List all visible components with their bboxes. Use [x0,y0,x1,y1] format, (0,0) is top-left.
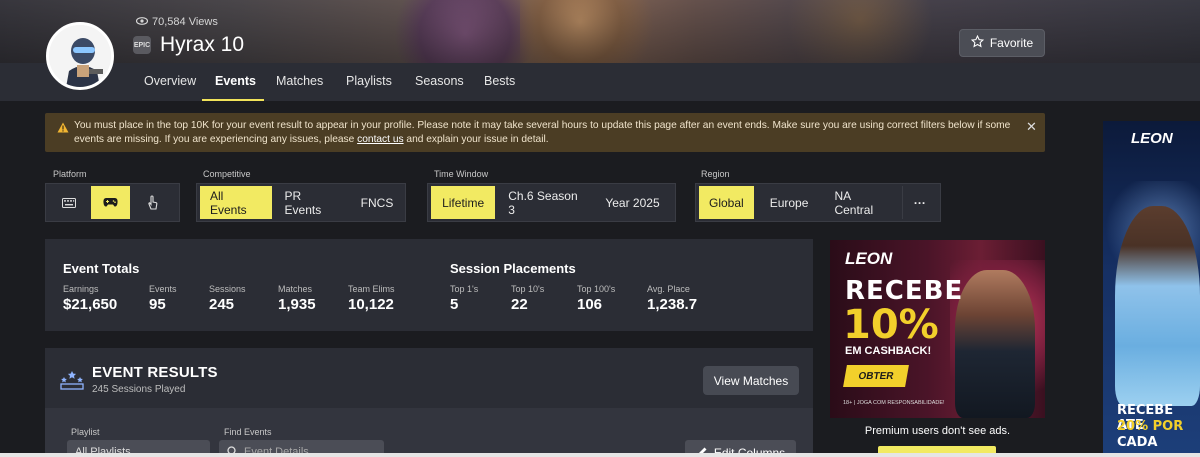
filter-pr-events[interactable]: PR Events [275,186,349,219]
tab-playlists[interactable]: Playlists [346,63,392,101]
gamepad-icon [103,198,118,207]
player-title: EPIC Hyrax 10 [133,33,244,57]
platform-filter [45,183,180,222]
view-matches-button[interactable]: View Matches [703,366,799,395]
region-filter-label: Region [701,169,730,179]
filter-year-2025[interactable]: Year 2025 [593,186,672,219]
stat-label: Top 10's [511,284,545,294]
trophy-podium-icon [60,370,84,395]
playlist-label: Playlist [71,427,100,437]
gamepad-filter-button[interactable] [91,186,130,219]
favorite-label: Favorite [989,36,1034,50]
stat-label: Earnings [63,284,99,294]
leon-logo: LEON [845,249,893,268]
epic-badge-icon: EPIC [133,36,151,54]
region-filter: Global Europe NA Central ··· [695,183,941,222]
stat-label: Team Elims [348,284,395,294]
alert-message: You must place in the top 10K for your e… [74,119,1019,147]
leon-logo: LEON [1131,130,1173,147]
filter-fncs[interactable]: FNCS [352,186,402,219]
touch-filter-button[interactable] [133,186,172,219]
favorite-button[interactable]: Favorite [959,29,1045,57]
contact-us-link[interactable]: contact us [357,134,403,145]
profile-nav: Overview Events Matches Playlists Season… [0,63,1200,101]
session-placements-heading: Session Placements [450,261,576,276]
warning-icon [57,120,69,133]
advertisement-leon[interactable]: LEON RECEBE 10% EM CASHBACK! OBTER 18+ |… [830,240,1045,418]
stat-label: Sessions [209,284,246,294]
tab-overview[interactable]: Overview [144,63,196,101]
keyboard-filter-button[interactable] [49,186,88,219]
event-results-panel: EVENT RESULTS 245 Sessions Played View M… [45,348,813,457]
more-regions-button[interactable]: ··· [901,186,937,219]
keyboard-icon [61,197,76,208]
premium-no-ads-text: Premium users don't see ads. [864,425,1011,437]
stat-label: Top 100's [577,284,616,294]
tab-events[interactable]: Events [215,63,256,101]
ad-player-image [1115,206,1200,406]
eye-icon [135,16,149,28]
stat-label: Events [149,284,177,294]
alert-text-after: and explain your issue in detail. [403,134,549,145]
player-name: Hyrax 10 [160,33,245,56]
ad-cashback-text: EM CASHBACK! [845,345,932,357]
avg-place-value: 1,238.7 [647,296,698,313]
top100-value: 106 [577,296,603,313]
ad-side-line3: CADA [1117,435,1158,450]
platform-filter-label: Platform [53,169,87,179]
filter-all-events[interactable]: All Events [200,186,272,219]
event-results-title: EVENT RESULTS [92,364,218,381]
star-icon [970,34,984,51]
avatar [46,22,114,90]
stat-label: Top 1's [450,284,479,294]
views-text: 70,584 Views [152,16,218,28]
advertisement-leon-side[interactable]: LEON RECEBE ATE 20% POR CADA [1103,121,1200,457]
tab-seasons[interactable]: Seasons [415,63,464,101]
team-elims-value: 10,122 [348,296,394,313]
ad-side-line2: 20% POR [1117,419,1184,434]
filter-ch6-season3[interactable]: Ch.6 Season 3 [498,186,590,219]
filter-lifetime[interactable]: Lifetime [431,186,496,219]
stat-label: Avg. Place [647,284,690,294]
time-window-filter-label: Time Window [434,169,489,179]
matches-value: 1,935 [278,296,316,313]
events-value: 95 [149,296,166,313]
filter-europe[interactable]: Europe [757,186,822,219]
stat-label: Matches [278,284,313,294]
ad-percent: 10% [843,302,939,348]
tab-bests[interactable]: Bests [484,63,515,101]
ad-model-image [955,270,1035,418]
filter-global[interactable]: Global [699,186,754,219]
stats-panel: Event Totals Earnings $21,650 Events 95 … [45,239,813,331]
find-events-label: Find Events [224,427,272,437]
earnings-value: $21,650 [63,296,118,313]
ad-obter-button[interactable]: OBTER [843,365,909,387]
active-tab-indicator [202,99,264,101]
horizontal-scrollbar[interactable] [0,453,1200,457]
ad-legal-text: 18+ | JOGA COM RESPONSABILIDADE! [843,400,945,406]
top1-value: 5 [450,296,459,313]
info-alert: You must place in the top 10K for your e… [45,113,1045,152]
touch-icon [148,195,158,210]
sessions-value: 245 [209,296,235,313]
close-icon[interactable]: ✕ [1026,119,1037,135]
filter-na-central[interactable]: NA Central [824,186,898,219]
views-count: 70,584 Views [135,16,218,28]
sessions-played-text: 245 Sessions Played [92,384,186,395]
competitive-filter: All Events PR Events FNCS [196,183,406,222]
top10-value: 22 [511,296,528,313]
time-window-filter: Lifetime Ch.6 Season 3 Year 2025 [427,183,676,222]
event-totals-heading: Event Totals [63,261,140,276]
tab-matches[interactable]: Matches [276,63,323,101]
competitive-filter-label: Competitive [203,169,251,179]
